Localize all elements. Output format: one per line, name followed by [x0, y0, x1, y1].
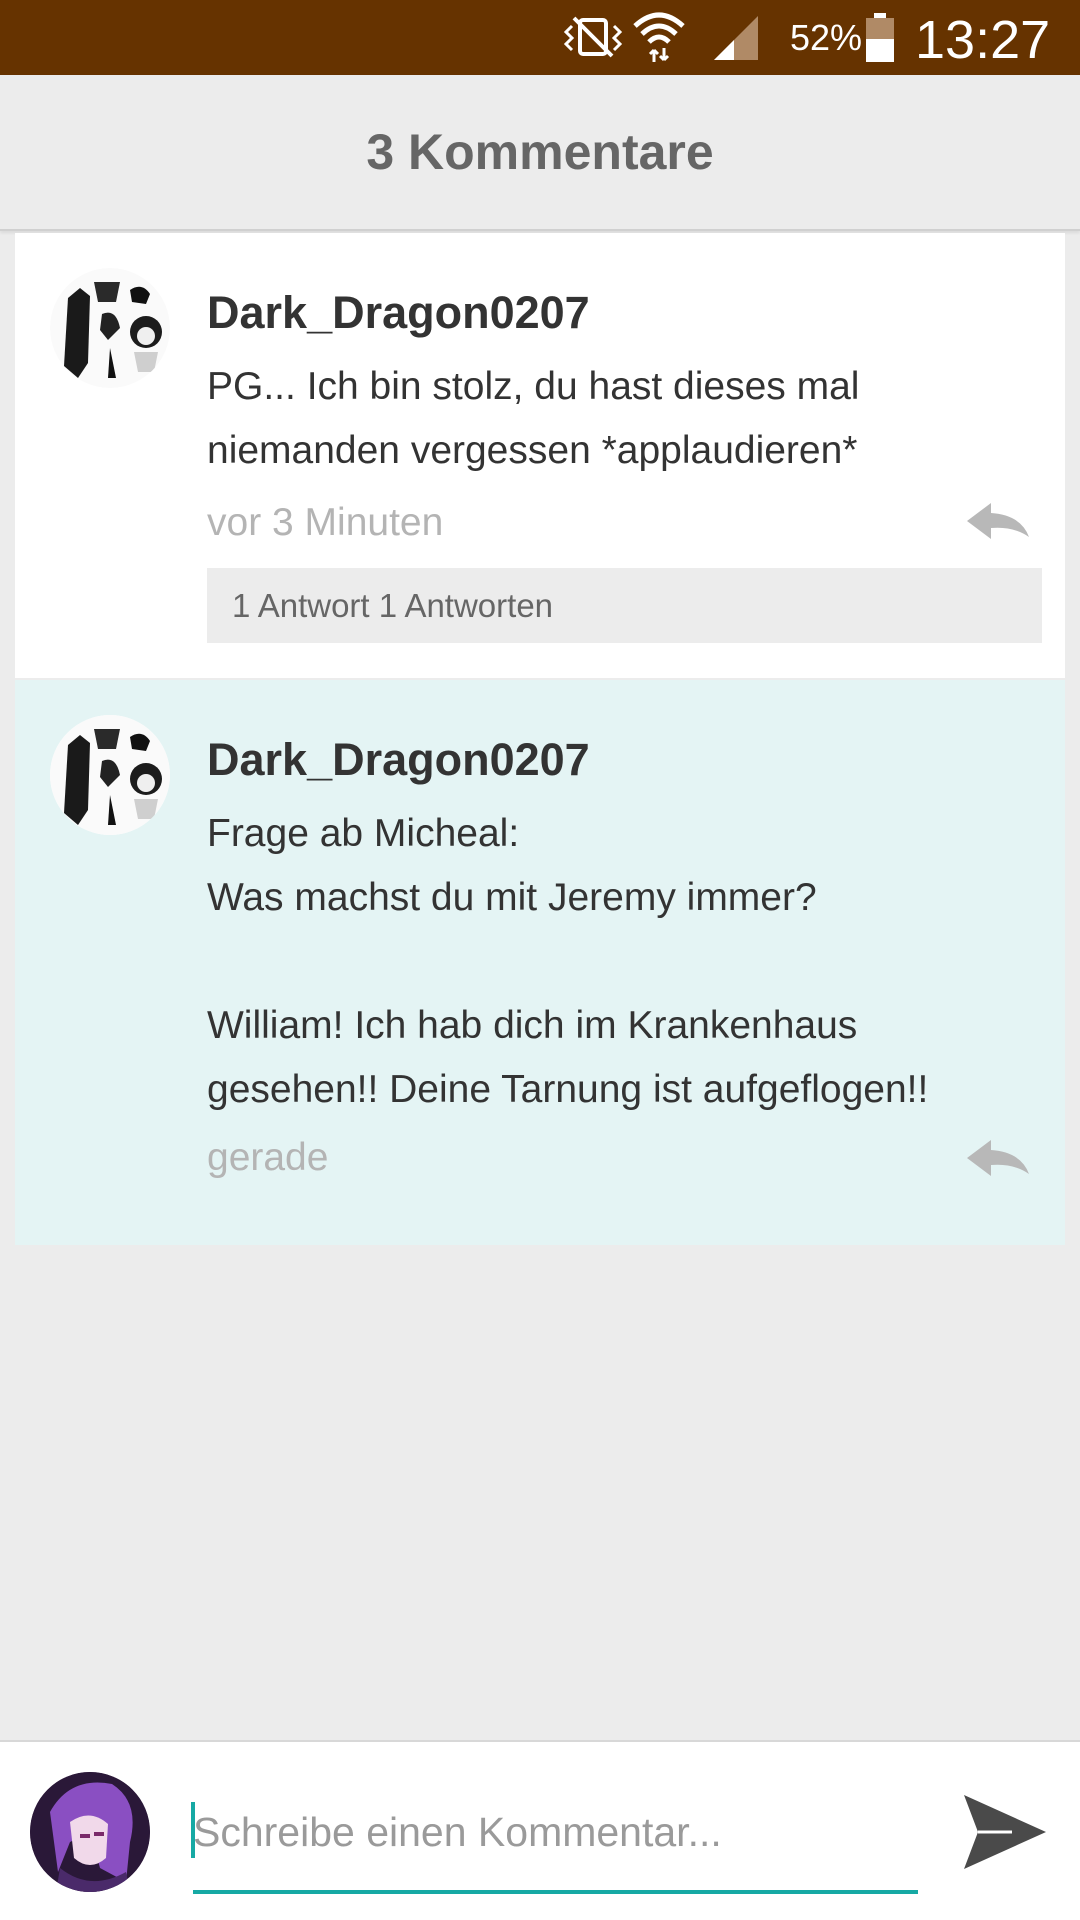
comment-compose-bar [0, 1740, 1080, 1920]
page-title: 3 Kommentare [366, 124, 714, 180]
cellular-signal-icon [714, 16, 758, 60]
battery-percent: 52% [790, 17, 863, 58]
wifi-icon [633, 12, 685, 62]
avatar[interactable] [50, 715, 170, 835]
comment-timestamp: gerade [207, 1136, 329, 1179]
clock: 13:27 [915, 10, 1051, 70]
avatar-image [50, 715, 170, 835]
status-bar: 52% 13:27 [0, 0, 1080, 75]
comment-text-line: gesehen!! Deine Tarnung ist aufgeflogen!… [207, 1068, 929, 1111]
text-cursor [191, 1802, 195, 1858]
reply-icon[interactable] [965, 1138, 1031, 1178]
header: 3 Kommentare [0, 75, 1080, 231]
comment-text-line: niemanden vergessen *applaudieren* [207, 429, 858, 472]
avatar-image [50, 268, 170, 388]
comment-text: Frage ab Micheal: Was machst du mit Jere… [207, 802, 1037, 1122]
comment-item[interactable]: Dark_Dragon0207 Frage ab Micheal: Was ma… [15, 680, 1065, 1245]
comment-text-line: Was machst du mit Jeremy immer? [207, 876, 817, 919]
comment-item[interactable]: Dark_Dragon0207 PG... Ich bin stolz, du … [15, 233, 1065, 678]
avatar[interactable] [50, 268, 170, 388]
comment-text-line: Frage ab Micheal: [207, 812, 520, 855]
comment-author[interactable]: Dark_Dragon0207 [207, 285, 590, 341]
current-user-avatar-image [30, 1772, 150, 1892]
battery-icon [866, 13, 894, 62]
comment-text-line [207, 930, 1037, 994]
input-underline [193, 1890, 918, 1894]
vibrate-mute-icon [563, 16, 623, 58]
comment-text: PG... Ich bin stolz, du hast dieses mal … [207, 355, 1037, 483]
comment-text-line: PG... Ich bin stolz, du hast dieses mal [207, 365, 860, 408]
current-user-avatar[interactable] [30, 1772, 150, 1892]
reply-icon[interactable] [965, 501, 1031, 541]
replies-button[interactable]: 1 Antwort 1 Antworten [207, 568, 1042, 643]
comment-input[interactable] [193, 1797, 918, 1867]
send-icon[interactable] [960, 1787, 1050, 1877]
status-icons [560, 8, 780, 68]
comment-text-line: William! Ich hab dich im Krankenhaus [207, 1004, 858, 1047]
comment-author[interactable]: Dark_Dragon0207 [207, 732, 590, 788]
comment-timestamp: vor 3 Minuten [207, 501, 444, 544]
screen: 52% 13:27 3 Kommentare Dark_Dragon0207 P… [0, 0, 1080, 1920]
